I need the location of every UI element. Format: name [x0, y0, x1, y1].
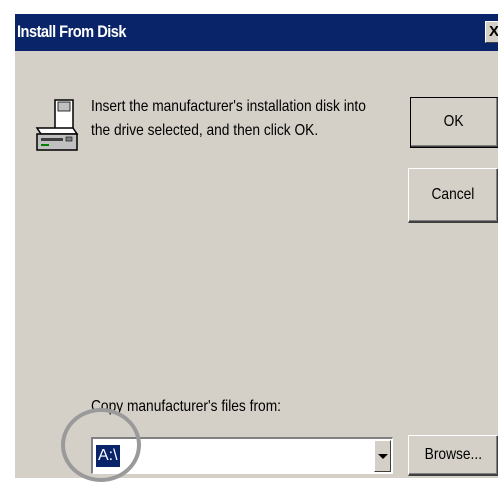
close-button[interactable]: X	[485, 21, 498, 43]
copy-from-combobox[interactable]: A:\	[91, 437, 393, 474]
copy-from-input-value[interactable]: A:\	[96, 445, 120, 467]
chevron-down-icon[interactable]	[374, 440, 391, 472]
install-from-disk-dialog: Install From Disk X Insert the manufactu…	[14, 14, 498, 480]
instruction-text: Insert the manufacturer's installation d…	[91, 98, 366, 139]
floppy-disk-drive-icon	[35, 99, 79, 151]
browse-button[interactable]: Browse...	[408, 435, 498, 476]
ok-button-label: OK	[444, 113, 464, 130]
cancel-button[interactable]: Cancel	[408, 168, 498, 223]
cancel-button-label: Cancel	[431, 186, 475, 203]
title-bar[interactable]: Install From Disk X	[15, 14, 498, 51]
window-title: Install From Disk	[17, 22, 127, 41]
copy-from-label: Copy manufacturer's files from:	[91, 398, 281, 415]
close-icon: X	[489, 23, 498, 40]
browse-button-label: Browse...	[424, 446, 482, 463]
ok-button[interactable]: OK	[410, 97, 498, 148]
